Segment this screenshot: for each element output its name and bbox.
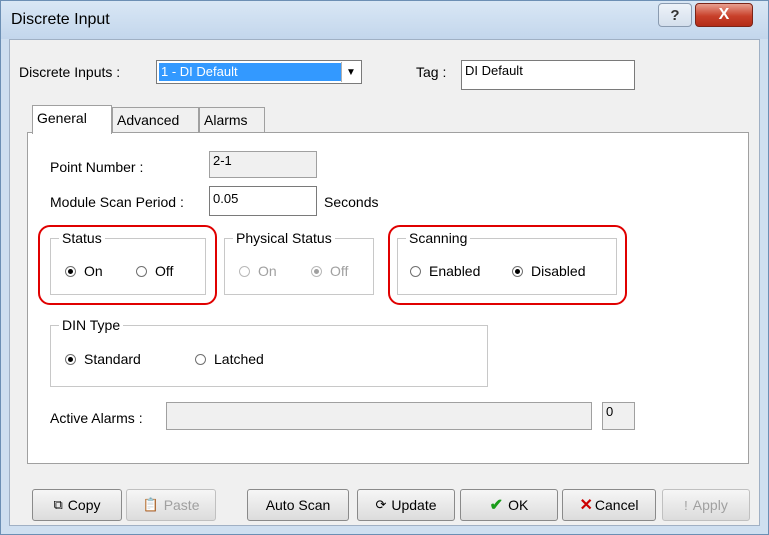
paste-button: 📋 Paste <box>126 489 216 521</box>
paste-icon: 📋 <box>142 497 159 512</box>
window-title: Discrete Input <box>11 11 110 28</box>
cancel-label: Cancel <box>594 497 639 513</box>
physical-status-legend: Physical Status <box>233 230 335 246</box>
cancel-button[interactable]: ✕ Cancel <box>562 489 656 521</box>
scanning-disabled-radio[interactable]: Disabled <box>512 263 585 279</box>
tag-input[interactable]: DI Default <box>461 60 635 90</box>
general-tab-panel: Point Number : 2-1 Module Scan Period : … <box>27 132 749 464</box>
apply-button: ! Apply <box>662 489 750 521</box>
status-on-label: On <box>84 263 103 279</box>
active-alarms-label: Active Alarms : <box>50 410 143 426</box>
din-type-legend: DIN Type <box>59 317 124 333</box>
update-label: Update <box>391 497 437 513</box>
radio-unchecked-icon <box>410 265 421 277</box>
paste-label: Paste <box>163 497 200 513</box>
status-off-radio[interactable]: Off <box>136 263 173 279</box>
status-legend: Status <box>59 230 105 246</box>
dialog-window: Discrete Input ? X Discrete Inputs : 1 -… <box>0 0 769 535</box>
auto-scan-label: Auto Scan <box>265 497 331 513</box>
active-alarms-count: 0 <box>602 402 635 430</box>
apply-label: Apply <box>692 497 728 513</box>
din-standard-label: Standard <box>84 351 141 367</box>
close-icon: X <box>718 6 730 23</box>
din-type-group: DIN Type Standard Latched <box>50 317 488 387</box>
scanning-enabled-radio[interactable]: Enabled <box>410 263 480 279</box>
radio-checked-icon <box>65 265 76 277</box>
scanning-legend: Scanning <box>406 230 471 246</box>
radio-checked-icon <box>65 353 76 365</box>
copy-label: Copy <box>67 497 101 513</box>
help-button[interactable]: ? <box>658 3 692 27</box>
ok-label: OK <box>508 497 529 513</box>
close-button[interactable]: X <box>695 3 753 27</box>
copy-icon: ⧉ <box>53 497 63 512</box>
update-icon: ⟳ <box>375 497 387 512</box>
status-off-label: Off <box>155 263 174 279</box>
active-alarms-field <box>166 402 592 430</box>
copy-button[interactable]: ⧉ Copy <box>32 489 122 521</box>
status-group: Status On Off <box>50 230 206 295</box>
scanning-enabled-label: Enabled <box>429 263 481 279</box>
cancel-x-icon: ✕ <box>579 497 593 514</box>
update-button[interactable]: ⟳ Update <box>357 489 455 521</box>
radio-unchecked-icon <box>239 265 250 277</box>
help-icon: ? <box>670 6 680 24</box>
scan-period-input[interactable]: 0.05 <box>209 186 317 216</box>
radio-unchecked-icon <box>136 265 147 277</box>
discrete-inputs-value: 1 - DI Default <box>159 63 341 81</box>
check-icon: ✔ <box>489 497 504 514</box>
point-number-field: 2-1 <box>209 151 317 178</box>
status-on-radio[interactable]: On <box>65 263 103 279</box>
ok-button[interactable]: ✔ OK <box>460 489 558 521</box>
scanning-group: Scanning Enabled Disabled <box>397 230 617 295</box>
physical-on-radio: On <box>239 263 277 279</box>
tag-label: Tag : <box>416 64 447 80</box>
exclamation-icon: ! <box>684 497 688 513</box>
scan-period-label: Module Scan Period : <box>50 194 184 210</box>
tab-advanced[interactable]: Advanced <box>112 107 199 134</box>
radio-checked-icon <box>311 265 322 277</box>
dialog-client: Discrete Inputs : 1 - DI Default ▼ Tag :… <box>9 39 760 526</box>
physical-on-label: On <box>258 263 277 279</box>
tab-alarms[interactable]: Alarms <box>199 107 265 134</box>
tab-general[interactable]: General <box>32 105 112 134</box>
radio-unchecked-icon <box>195 353 206 365</box>
din-latched-label: Latched <box>214 351 264 367</box>
auto-scan-button[interactable]: Auto Scan <box>247 489 349 521</box>
din-latched-radio[interactable]: Latched <box>195 351 264 367</box>
physical-off-label: Off <box>330 263 349 279</box>
din-standard-radio[interactable]: Standard <box>65 351 141 367</box>
radio-checked-icon <box>512 265 523 277</box>
scan-period-unit: Seconds <box>324 194 379 210</box>
scanning-disabled-label: Disabled <box>531 263 586 279</box>
discrete-inputs-dropdown[interactable]: 1 - DI Default ▼ <box>156 60 362 84</box>
physical-off-radio: Off <box>311 263 348 279</box>
title-bar[interactable]: Discrete Input ? X <box>1 1 768 39</box>
discrete-inputs-label: Discrete Inputs : <box>19 64 121 80</box>
point-number-label: Point Number : <box>50 159 144 175</box>
chevron-down-icon[interactable]: ▼ <box>341 62 360 82</box>
physical-status-group: Physical Status On Off <box>224 230 374 295</box>
